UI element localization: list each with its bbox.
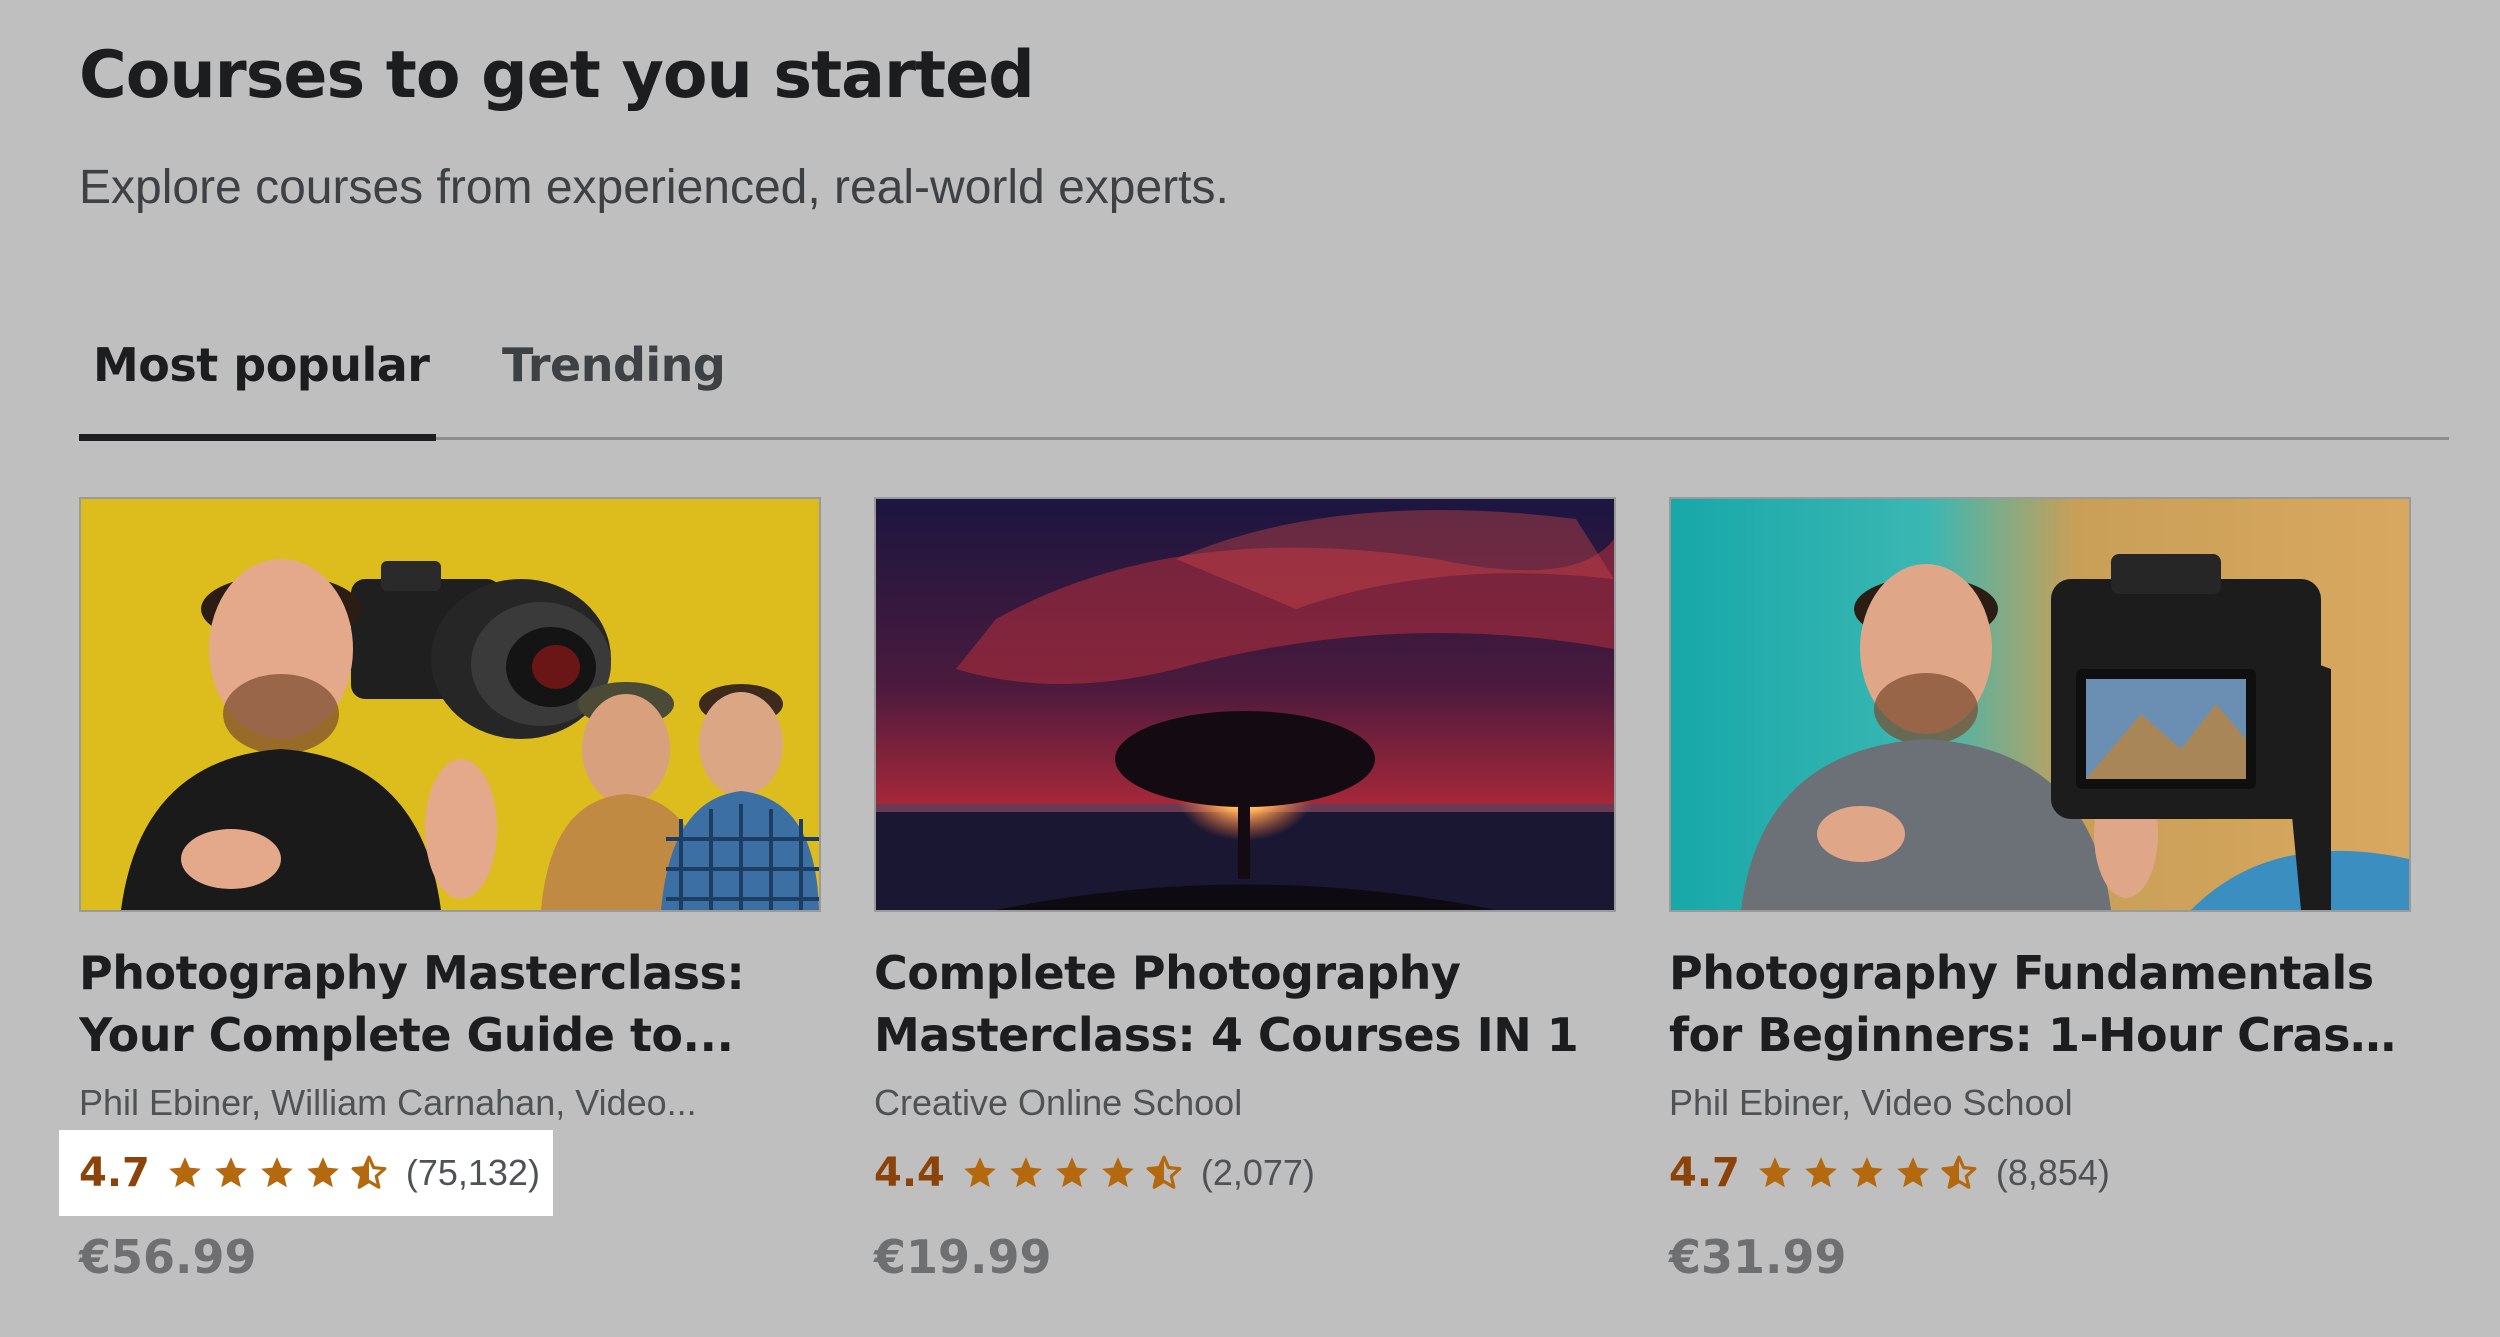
tab-trending[interactable]: Trending xyxy=(502,338,726,392)
star-full-icon xyxy=(1802,1154,1840,1192)
star-full-icon xyxy=(304,1154,342,1192)
course-title[interactable]: Photography Masterclass: Your Complete G… xyxy=(79,942,819,1066)
course-title-line: Photography Fundamentals xyxy=(1669,946,2374,1000)
course-title-line: for Beginners: 1-Hour Crash... xyxy=(1669,1008,2409,1062)
course-price: €31.99 xyxy=(1669,1230,1847,1284)
star-full-icon xyxy=(1848,1154,1886,1192)
star-half-icon xyxy=(1940,1154,1978,1192)
review-count: (2,077) xyxy=(1200,1152,1315,1193)
course-title-line: Complete Photography xyxy=(874,946,1461,1000)
rating-value: 4.7 xyxy=(79,1150,150,1196)
review-count: (75,132) xyxy=(405,1152,540,1193)
star-full-icon xyxy=(961,1154,999,1192)
course-title-line: Masterclass: 4 Courses IN 1 xyxy=(874,1008,1579,1062)
rating-stars xyxy=(166,1154,396,1192)
course-instructors: Phil Ebiner, Video School xyxy=(1669,1082,2073,1123)
course-title-line: Your Complete Guide to... xyxy=(79,1008,734,1062)
thumbnail-image xyxy=(1671,499,2409,910)
star-full-icon xyxy=(212,1154,250,1192)
rating-stars xyxy=(1756,1154,1986,1192)
course-title[interactable]: Photography Fundamentals for Beginners: … xyxy=(1669,942,2409,1066)
review-count: (8,854) xyxy=(1995,1152,2110,1193)
course-price: €19.99 xyxy=(874,1230,1052,1284)
rating-value: 4.4 xyxy=(874,1150,945,1196)
course-instructors: Creative Online School xyxy=(874,1082,1243,1123)
star-full-icon xyxy=(1894,1154,1932,1192)
rating-value: 4.7 xyxy=(1669,1150,1740,1196)
active-tab-indicator xyxy=(79,434,436,441)
rating-row: 4.7 (75,132) xyxy=(59,1130,819,1216)
course-title[interactable]: Complete Photography Masterclass: 4 Cour… xyxy=(874,942,1614,1066)
rating-stars xyxy=(961,1154,1191,1192)
course-card[interactable]: Photography Masterclass: Your Complete G… xyxy=(59,497,821,1284)
course-thumbnail[interactable] xyxy=(874,497,1616,912)
star-full-icon xyxy=(1756,1154,1794,1192)
section-subtitle: Explore courses from experienced, real-w… xyxy=(79,161,1229,214)
course-price: €56.99 xyxy=(79,1230,257,1284)
tab-bar: Most popular Trending xyxy=(79,320,2449,442)
thumbnail-image xyxy=(81,499,819,910)
star-full-icon xyxy=(1007,1154,1045,1192)
tab-most-popular[interactable]: Most popular xyxy=(93,338,430,392)
course-thumbnail[interactable] xyxy=(79,497,821,912)
star-full-icon xyxy=(1099,1154,1137,1192)
course-title-line: Photography Masterclass: xyxy=(79,946,745,1000)
course-card[interactable]: Photography Fundamentals for Beginners: … xyxy=(1669,497,2411,1284)
section-title: Courses to get you started xyxy=(79,38,1035,113)
star-half-icon xyxy=(1145,1154,1183,1192)
star-full-icon xyxy=(258,1154,296,1192)
star-half-icon xyxy=(350,1154,388,1192)
rating-row: 4.7 (8,854) xyxy=(1669,1144,2409,1202)
course-card[interactable]: Complete Photography Masterclass: 4 Cour… xyxy=(874,497,1616,1284)
thumbnail-image xyxy=(876,499,1614,910)
course-thumbnail[interactable] xyxy=(1669,497,2411,912)
star-full-icon xyxy=(166,1154,204,1192)
courses-section: Courses to get you started Explore cours… xyxy=(59,0,2449,1337)
star-full-icon xyxy=(1053,1154,1091,1192)
course-instructors: Phil Ebiner, William Carnahan, Video... xyxy=(79,1082,697,1123)
rating-row: 4.4 (2,077) xyxy=(874,1144,1614,1202)
